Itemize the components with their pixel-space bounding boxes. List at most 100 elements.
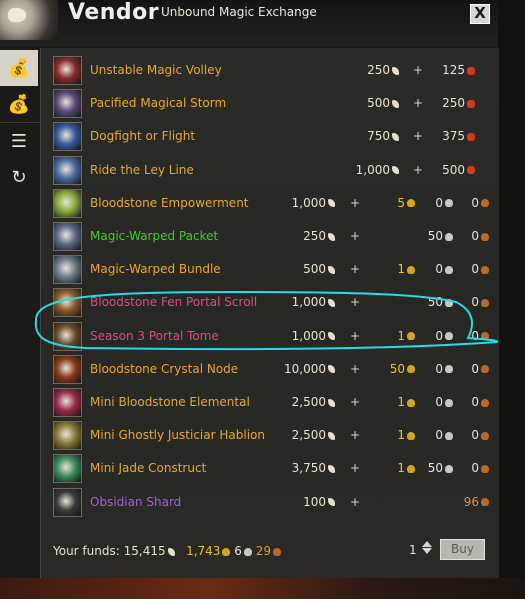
silver-coin-icon	[445, 365, 453, 374]
unbound-magic-icon	[328, 431, 335, 440]
volatile-cost-value: 250	[442, 96, 465, 111]
item-icon[interactable]	[53, 255, 82, 285]
list-item[interactable]: Magic-Warped Packet 250 +50 0	[53, 222, 499, 253]
unbound-magic-icon	[392, 132, 399, 141]
copper-cost-value: 0	[471, 395, 479, 409]
gold-cost: 1	[397, 329, 415, 343]
tab-sell-bag[interactable]: 💰	[0, 86, 38, 122]
gold-cost-value: 1	[397, 328, 405, 343]
magic-cost: 2,500	[292, 395, 335, 409]
window-title: Vendor	[68, 0, 160, 25]
gold-coin-icon	[407, 199, 415, 208]
list-item[interactable]: Bloodstone Empowerment 1,000 +5 0 0	[53, 188, 499, 220]
list-item[interactable]: Ride the Ley Line 1,000 +500	[53, 155, 499, 187]
silver-cost: 0	[435, 428, 453, 442]
magic-cost: 1,000	[292, 329, 335, 343]
copper-cost-value: 0	[471, 195, 479, 210]
list-item[interactable]: Mini Ghostly Justiciar Hablion 2,500 +1 0 0	[53, 421, 499, 452]
funds-label: Your funds:	[53, 544, 120, 558]
plus-sign: +	[413, 162, 424, 177]
copper-cost-value: 0	[471, 428, 479, 443]
magic-cost-value: 500	[367, 96, 390, 111]
gold-cost-value: 1	[397, 395, 405, 409]
quantity-input[interactable]: 1	[409, 543, 417, 557]
tab-coins[interactable]: ☰	[0, 123, 38, 159]
gold-cost-value: 1	[397, 461, 405, 476]
plus-sign: +	[350, 361, 361, 376]
gold-coin-icon	[407, 332, 415, 341]
copper-cost-value: 0	[471, 262, 479, 277]
magic-cost-value: 1,000	[291, 195, 326, 210]
item-icon[interactable]	[53, 56, 82, 85]
tab-buyback[interactable]: ↻	[0, 159, 38, 195]
silver-coin-icon	[445, 431, 453, 440]
plus-sign: +	[350, 395, 361, 409]
item-name: Bloodstone Fen Portal Scroll	[90, 295, 258, 310]
funds-silver: 6	[234, 544, 242, 558]
unbound-magic-icon	[392, 166, 399, 175]
copper-cost-value: 96	[463, 494, 479, 509]
chevron-down-icon[interactable]	[422, 548, 432, 554]
list-item[interactable]: Dogfight or Flight 750 +375	[53, 122, 499, 153]
volatile-magic-icon	[467, 166, 475, 175]
unbound-magic-icon	[328, 464, 335, 473]
magic-cost: 750	[367, 129, 399, 143]
copper-cost: 0	[471, 395, 489, 409]
list-item[interactable]: Obsidian Shard 100 +96	[53, 487, 499, 519]
silver-cost-value: 50	[427, 229, 443, 243]
list-item[interactable]: Pacified Magical Storm 500 +250	[53, 89, 499, 120]
plus-sign: +	[350, 428, 361, 443]
gold-cost-value: 50	[389, 361, 405, 376]
copper-cost: 0	[471, 329, 489, 343]
quantity-stepper[interactable]	[421, 540, 433, 558]
silver-coin-icon	[445, 398, 453, 407]
magic-cost-value: 750	[367, 129, 390, 144]
plus-sign: +	[350, 295, 361, 310]
item-icon[interactable]	[53, 454, 82, 484]
close-button[interactable]: X	[470, 4, 490, 24]
list-item[interactable]: Mini Jade Construct 3,750 +1 50 0	[53, 454, 499, 485]
item-icon[interactable]	[53, 421, 82, 451]
copper-cost: 0	[471, 295, 489, 309]
copper-cost: 0	[471, 362, 489, 376]
unbound-magic-icon	[328, 232, 335, 241]
item-icon[interactable]	[53, 222, 82, 251]
unbound-magic-icon	[328, 398, 335, 407]
item-icon[interactable]	[53, 288, 82, 318]
item-icon[interactable]	[53, 354, 82, 384]
tab-buy-bag[interactable]: 💰	[0, 50, 38, 86]
item-name: Dogfight or Flight	[90, 129, 196, 144]
coins-stack-icon: ☰	[10, 130, 28, 152]
gold-coin-icon	[407, 398, 415, 407]
item-icon[interactable]	[53, 89, 82, 119]
list-item[interactable]: Unstable Magic Volley 250 +125	[53, 56, 499, 87]
list-item[interactable]: Season 3 Portal Tome 1,000 +1 0 0	[53, 321, 499, 353]
funds-copper: 29	[255, 544, 271, 558]
item-icon[interactable]	[53, 321, 82, 351]
item-icon[interactable]	[53, 188, 82, 218]
silver-cost-value: 0	[435, 195, 443, 210]
silver-coin-icon	[445, 265, 453, 274]
gold-coin-icon	[407, 431, 415, 440]
volatile-magic-icon	[467, 132, 475, 141]
funds-gold: 1,743	[186, 544, 221, 558]
buy-button[interactable]: Buy	[440, 539, 485, 560]
silver-cost: 0	[435, 362, 453, 376]
item-name: Ride the Ley Line	[90, 162, 194, 177]
item-icon[interactable]	[53, 487, 82, 517]
chevron-up-icon[interactable]	[422, 541, 432, 547]
list-item[interactable]: Bloodstone Fen Portal Scroll 1,000 +50 0	[53, 288, 499, 319]
magic-cost: 3,750	[292, 461, 335, 475]
item-icon[interactable]	[53, 122, 82, 152]
volatile-magic-icon	[467, 99, 475, 108]
list-item[interactable]: Magic-Warped Bundle 500 +1 0 0	[53, 255, 499, 286]
window-subtitle: Unbound Magic Exchange	[161, 5, 317, 19]
item-icon[interactable]	[53, 155, 82, 185]
magic-cost-value: 250	[367, 63, 390, 77]
copper-cost: 0	[471, 229, 489, 243]
item-icon[interactable]	[53, 388, 82, 417]
list-item[interactable]: Mini Bloodstone Elemental 2,500 +1 0 0	[53, 388, 499, 419]
magic-cost-value: 1,000	[291, 328, 326, 343]
item-name: Magic-Warped Bundle	[90, 262, 221, 277]
list-item[interactable]: Bloodstone Crystal Node 10,000 +50 0 0	[53, 354, 499, 386]
